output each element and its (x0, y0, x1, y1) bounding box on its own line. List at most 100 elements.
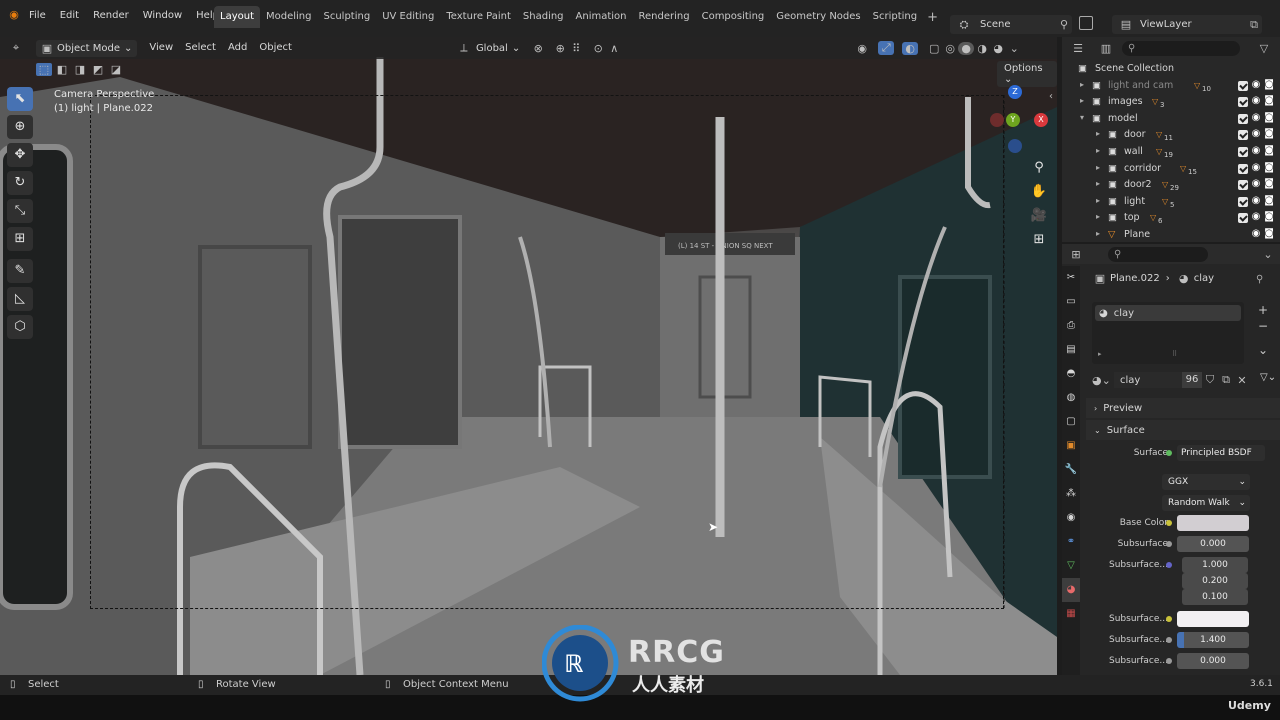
object-tab-icon[interactable]: ▣ (1062, 434, 1080, 458)
outliner-item[interactable]: ▸ ▣ wall ▽ 19 ◉ ◙ (1062, 144, 1280, 161)
render-camera-icon[interactable]: ◙ (1264, 211, 1274, 223)
collapsed-arrow-icon[interactable]: ▸ (1096, 229, 1100, 238)
users-count[interactable]: 96 (1182, 372, 1202, 388)
proportional-edit-icon[interactable]: ⊙ (590, 42, 606, 55)
number-field[interactable]: 0.100 (1182, 589, 1248, 605)
menu-view[interactable]: View (143, 38, 179, 58)
exclude-checkbox[interactable] (1237, 213, 1248, 224)
outliner-item[interactable]: ▾ ▣ model ◉ ◙ (1062, 111, 1280, 128)
remove-slot-icon[interactable]: − (1258, 318, 1268, 334)
outliner-item[interactable]: ▸ ▣ door2 ▽ 29 ◉ ◙ (1062, 177, 1280, 194)
number-field[interactable]: 1.400 (1177, 632, 1249, 648)
outliner-search-input[interactable]: ⚲ (1122, 40, 1240, 56)
texture-tab-icon[interactable]: ▦ (1062, 602, 1080, 626)
view-layer-tab-icon[interactable]: ▤ (1062, 338, 1080, 362)
menu-select[interactable]: Select (179, 38, 222, 58)
resize-handle-icon[interactable]: ⠿ (1172, 350, 1177, 358)
solid-shading-icon[interactable]: ● (958, 41, 975, 55)
rotate-tool-icon[interactable]: ↻ (7, 171, 33, 195)
exclude-checkbox[interactable] (1237, 196, 1248, 207)
color-swatch[interactable] (1177, 515, 1249, 531)
gizmo-neg-z-axis[interactable] (1008, 139, 1022, 153)
gizmo-toggle-icon[interactable]: ⤢ (878, 41, 895, 55)
collection-tab-icon[interactable]: ▢ (1062, 410, 1080, 434)
exclude-checkbox[interactable] (1237, 146, 1248, 157)
snap-increment-icon[interactable]: ⠿ (568, 42, 584, 55)
measure-tool-icon[interactable]: ◺ (7, 287, 33, 311)
physics-tab-icon[interactable]: ◉ (1062, 506, 1080, 530)
collapsed-arrow-icon[interactable]: ▸ (1080, 96, 1084, 105)
eye-icon[interactable]: ◉ (1252, 211, 1261, 223)
unlink-icon[interactable]: ✕ (1234, 374, 1250, 387)
render-camera-icon[interactable]: ◙ (1264, 95, 1274, 107)
rendered-shading-icon[interactable]: ◕ (990, 42, 1006, 55)
outliner-item[interactable]: ▸ ▣ top ▽ 6 ◉ ◙ (1062, 210, 1280, 227)
collapsed-arrow-icon[interactable]: ▸ (1096, 129, 1100, 138)
view-layer-selector[interactable]: ▤ ViewLayer ⧉ (1112, 15, 1262, 34)
outliner-item[interactable]: ▸ ▣ corridor ▽ 15 ◉ ◙ (1062, 161, 1280, 178)
outliner-item[interactable]: ▸ ▣ light and cam ▽ 10 ◉ ◙ (1062, 78, 1280, 95)
browse-material-icon[interactable]: ◕⌄ (1092, 374, 1111, 387)
constraints-tab-icon[interactable]: ⚭ (1062, 530, 1080, 554)
select-invert-icon[interactable]: ◩ (90, 63, 106, 76)
select-intersect-icon[interactable]: ◪ (108, 63, 124, 76)
transform-orientation[interactable]: ⟂ Global ⌄ (456, 41, 520, 55)
render-camera-icon[interactable]: ◙ (1264, 112, 1274, 124)
tab-geometry-nodes[interactable]: Geometry Nodes (770, 6, 866, 28)
tool-tab-icon[interactable]: ✂ (1062, 266, 1080, 290)
blender-logo-icon[interactable]: ◉ (6, 8, 22, 21)
particles-tab-icon[interactable]: ⁂ (1062, 482, 1080, 506)
output-tab-icon[interactable]: ⎙ (1062, 314, 1080, 338)
collapsed-arrow-icon[interactable]: ▸ (1096, 146, 1100, 155)
number-field[interactable]: 1.000 (1182, 557, 1248, 573)
render-camera-icon[interactable]: ◙ (1264, 195, 1274, 207)
mode-selector[interactable]: ▣ Object Mode ⌄ (36, 39, 138, 57)
material-slot-item[interactable]: ◕ clay (1095, 305, 1241, 321)
exclude-checkbox[interactable] (1237, 97, 1248, 108)
socket-icon[interactable] (1166, 520, 1172, 526)
collapsed-arrow-icon[interactable]: ▸ (1096, 212, 1100, 221)
render-tab-icon[interactable]: ▭ (1062, 290, 1080, 314)
pin-icon[interactable]: ⚲ (1056, 18, 1072, 31)
outliner-item[interactable]: ▸ ▣ light ▽ 5 ◉ ◙ (1062, 194, 1280, 211)
tab-modeling[interactable]: Modeling (260, 6, 318, 28)
select-new-icon[interactable]: ⬚ (36, 63, 52, 76)
outliner-item[interactable]: ▸ ▣ images ▽ 3 ◉ ◙ (1062, 94, 1280, 111)
eye-icon[interactable]: ◉ (1252, 195, 1261, 207)
menu-object[interactable]: Object (253, 38, 298, 58)
tab-scripting[interactable]: Scripting (867, 6, 923, 28)
transform-tool-icon[interactable]: ⊞ (7, 227, 33, 251)
slot-specials-icon[interactable]: ⌄ (1258, 342, 1268, 358)
exclude-checkbox[interactable] (1237, 80, 1248, 91)
eye-icon[interactable]: ◉ (1252, 145, 1261, 157)
tab-compositing[interactable]: Compositing (696, 6, 771, 28)
collapsed-arrow-icon[interactable]: ▸ (1096, 179, 1100, 188)
cursor-tool-icon[interactable]: ⊕ (7, 115, 33, 139)
render-camera-icon[interactable]: ◙ (1264, 178, 1274, 190)
render-camera-icon[interactable]: ◙ (1264, 145, 1274, 157)
tab-shading[interactable]: Shading (517, 6, 570, 28)
eye-icon[interactable]: ◉ (1252, 128, 1261, 140)
xray-icon[interactable]: ▢ (926, 42, 942, 55)
expand-icon[interactable]: ▸ (1098, 350, 1102, 358)
socket-icon[interactable] (1166, 658, 1172, 664)
collapse-sidebar-icon[interactable]: ‹ (1049, 91, 1053, 102)
render-camera-icon[interactable]: ◙ (1264, 128, 1274, 140)
eye-icon[interactable]: ◉ (1252, 95, 1261, 107)
new-view-layer-icon[interactable]: ⧉ (1246, 18, 1262, 32)
add-slot-icon[interactable]: + (1258, 302, 1268, 318)
render-camera-icon[interactable]: ◙ (1264, 79, 1274, 91)
editor-type-icon[interactable]: ⊞ (1068, 248, 1084, 261)
tab-uv-editing[interactable]: UV Editing (376, 6, 440, 28)
tab-rendering[interactable]: Rendering (633, 6, 696, 28)
outliner-root[interactable]: ▣ Scene Collection (1062, 61, 1280, 78)
pin-icon[interactable]: ⚲ (1256, 274, 1263, 285)
pan-hand-icon[interactable]: ✋ (1028, 181, 1050, 203)
number-field[interactable]: 0.000 (1177, 653, 1249, 669)
collapsed-arrow-icon[interactable]: ▸ (1096, 163, 1100, 172)
add-workspace-button[interactable]: + (927, 10, 938, 25)
socket-icon[interactable] (1166, 541, 1172, 547)
socket-icon[interactable] (1166, 637, 1172, 643)
menu-window[interactable]: Window (136, 6, 189, 26)
gizmo-z-axis[interactable]: Z (1008, 85, 1022, 99)
